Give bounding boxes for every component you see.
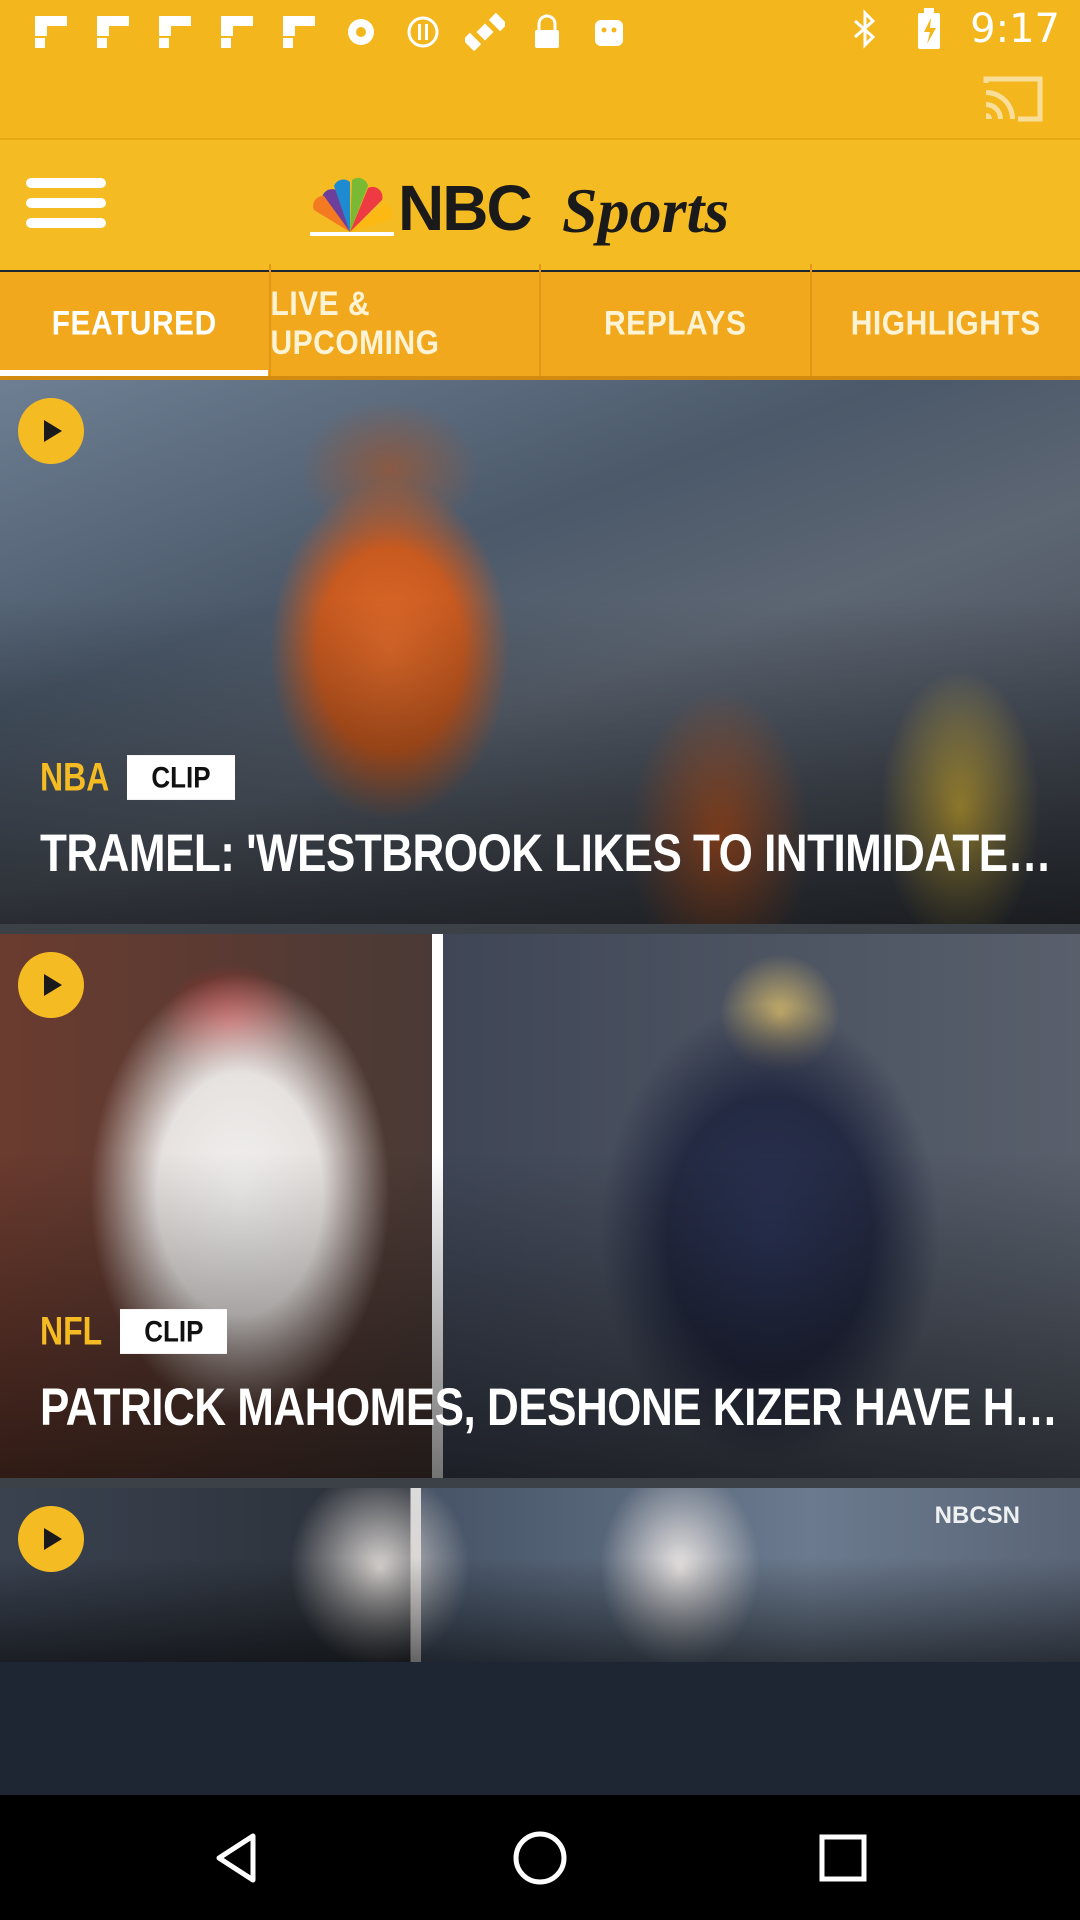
nbcsn-watermark: NBCSN xyxy=(934,1502,1020,1529)
hamburger-menu-icon[interactable] xyxy=(26,178,106,234)
video-card[interactable]: NFL CLIP PATRICK MAHOMES, DESHONE KIZER … xyxy=(0,934,1080,1478)
card-meta: NBA CLIP xyxy=(40,754,235,800)
status-bar: 9:17 xyxy=(0,0,1080,63)
tab-replays[interactable]: REPLAYS xyxy=(541,264,812,384)
tab-bar: FEATURED LIVE & UPCOMING REPLAYS HIGHLIG… xyxy=(0,264,1080,384)
bluetooth-icon xyxy=(842,9,888,49)
play-button[interactable] xyxy=(18,398,84,464)
sport-label: NBA xyxy=(40,754,110,800)
flipboard-icon xyxy=(276,12,322,52)
play-button[interactable] xyxy=(18,1506,84,1572)
system-nav-bar xyxy=(0,1795,1080,1920)
card-divider xyxy=(0,1478,1080,1488)
card-headline: TRAMEL: 'WESTBROOK LIKES TO INTIMIDATE P… xyxy=(40,824,1060,883)
video-card[interactable]: NBA CLIP TRAMEL: 'WESTBROOK LIKES TO INT… xyxy=(0,380,1080,924)
satellite-icon xyxy=(462,12,508,52)
card-divider xyxy=(0,924,1080,934)
clip-badge: CLIP xyxy=(120,1309,228,1354)
cast-icon[interactable] xyxy=(982,73,1044,125)
home-icon[interactable] xyxy=(505,1823,575,1893)
back-icon[interactable] xyxy=(202,1823,272,1893)
flipboard-icon xyxy=(28,12,74,52)
card-headline: PATRICK MAHOMES, DESHONE KIZER HAVE HUGE… xyxy=(40,1378,1060,1437)
android-icon xyxy=(586,12,632,52)
cast-row xyxy=(0,63,1080,140)
info-circle-icon xyxy=(400,12,446,52)
lock-icon xyxy=(524,12,570,52)
flipboard-icon xyxy=(152,12,198,52)
status-time: 9:17 xyxy=(970,6,1060,52)
card-meta: NFL CLIP xyxy=(40,1308,228,1354)
app-bar: NBC Sports xyxy=(0,140,1080,270)
tab-highlights[interactable]: HIGHLIGHTS xyxy=(812,264,1080,384)
flipboard-icon xyxy=(90,12,136,52)
clip-badge: CLIP xyxy=(127,755,235,800)
tab-featured[interactable]: FEATURED xyxy=(0,264,271,384)
status-notifications xyxy=(28,12,632,52)
tab-live-upcoming[interactable]: LIVE & UPCOMING xyxy=(271,264,541,384)
svg-text:Sports: Sports xyxy=(562,175,729,246)
svg-text:NBC: NBC xyxy=(398,172,531,244)
recents-icon[interactable] xyxy=(808,1823,878,1893)
flipboard-icon xyxy=(214,12,260,52)
video-card[interactable]: NBCSN xyxy=(0,1488,1080,1662)
nbc-sports-logo: NBC Sports xyxy=(300,162,780,252)
battery-icon xyxy=(906,8,952,49)
sport-label: NFL xyxy=(40,1308,103,1354)
record-icon xyxy=(338,12,384,52)
play-button[interactable] xyxy=(18,952,84,1018)
